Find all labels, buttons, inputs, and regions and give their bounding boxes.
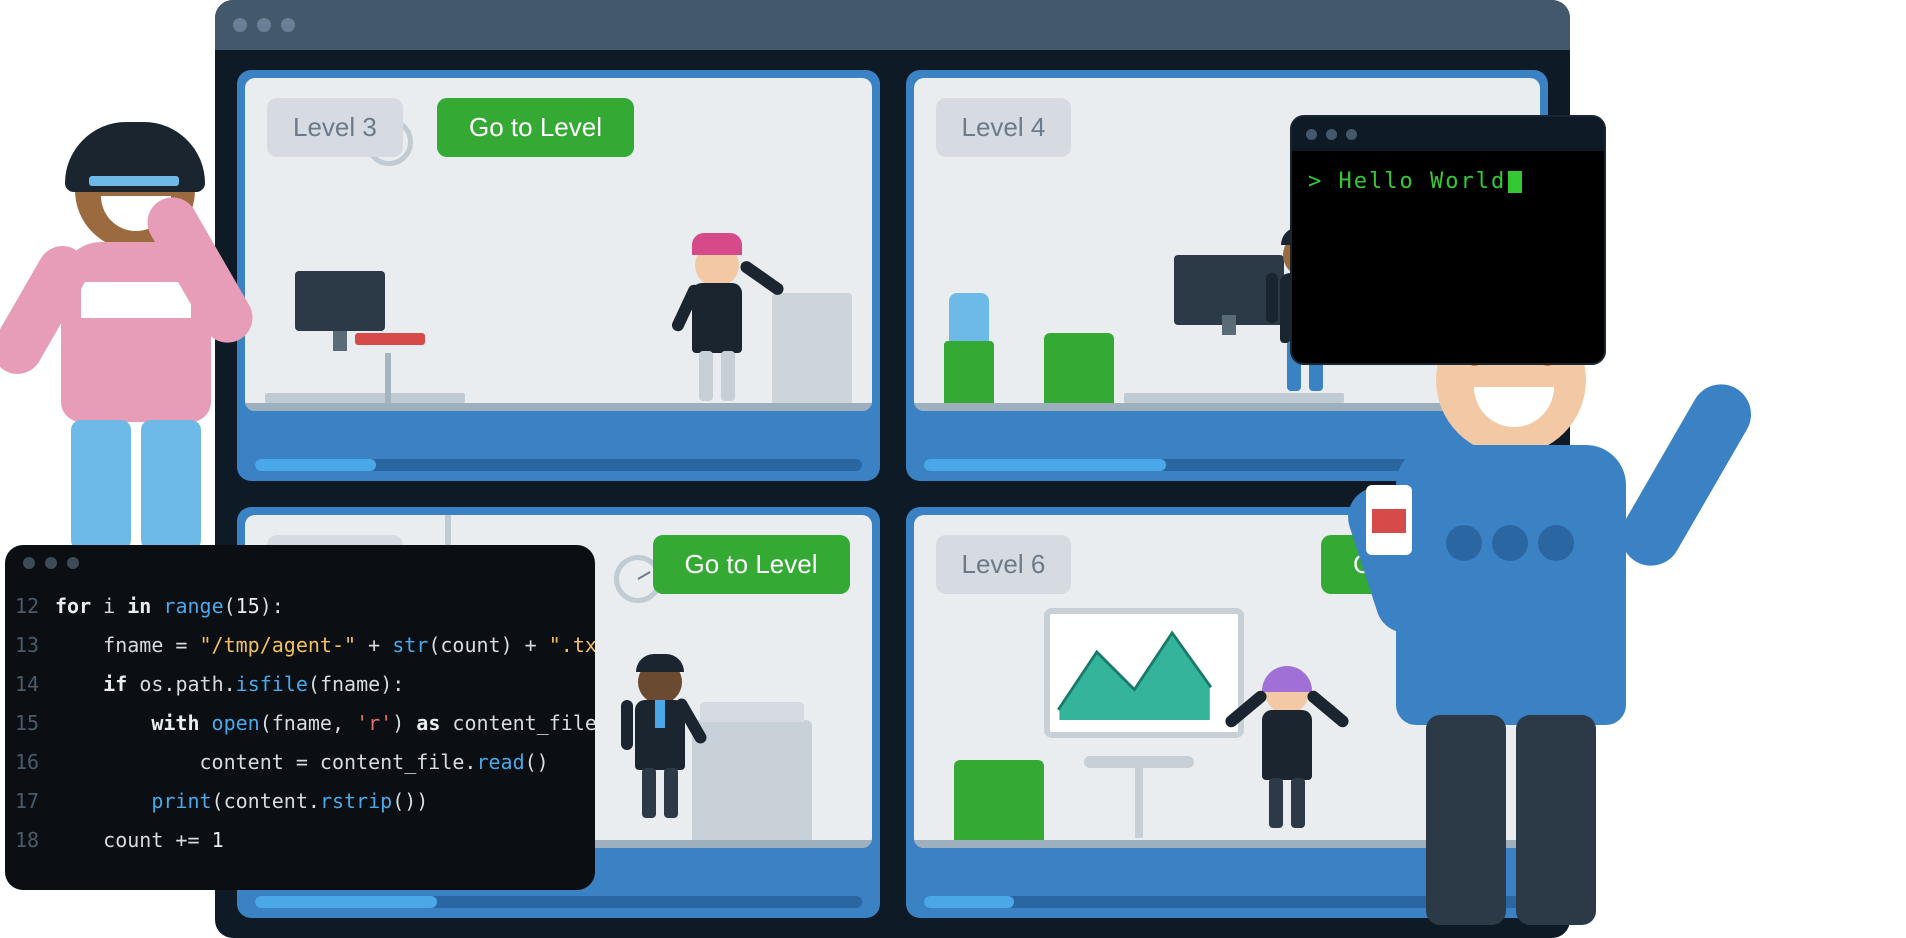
level-progress bbox=[255, 459, 862, 471]
traffic-light-dot bbox=[1346, 129, 1357, 140]
editor-body: 12 13 14 15 16 17 18 for i in range(15):… bbox=[5, 581, 595, 860]
water-cooler-icon bbox=[944, 293, 994, 403]
go-to-level-button[interactable]: Go to Level bbox=[653, 535, 850, 594]
chair-icon bbox=[355, 333, 425, 345]
person-icon bbox=[1254, 670, 1320, 840]
cursor-icon bbox=[1508, 171, 1522, 193]
green-chair-icon bbox=[954, 760, 1044, 840]
code-content: for i in range(15): fname = "/tmp/agent-… bbox=[55, 587, 595, 860]
line-gutter: 12 13 14 15 16 17 18 bbox=[15, 587, 55, 860]
level-progress bbox=[255, 896, 862, 908]
traffic-light-dot bbox=[1306, 129, 1317, 140]
chart-screen-icon bbox=[1044, 608, 1244, 738]
traffic-light-dot bbox=[23, 557, 35, 569]
table-icon bbox=[1084, 756, 1194, 768]
go-to-level-button[interactable]: Go to Level bbox=[437, 98, 634, 157]
terminal-body: > Hello World bbox=[1292, 151, 1604, 212]
level-label: Level 3 bbox=[267, 98, 403, 157]
terminal-window: > Hello World bbox=[1290, 115, 1606, 365]
terminal-titlebar bbox=[1292, 117, 1604, 151]
person-icon bbox=[625, 660, 695, 840]
monitor-icon bbox=[295, 271, 385, 331]
level-label: Level 6 bbox=[936, 535, 1072, 594]
level-label: Level 4 bbox=[936, 98, 1072, 157]
green-chair-icon bbox=[1044, 333, 1114, 403]
character-illustration-right bbox=[1356, 295, 1676, 925]
floor-icon bbox=[245, 403, 872, 411]
level-card-3[interactable]: Level 3 Go to Level bbox=[237, 70, 880, 481]
traffic-light-dot bbox=[233, 18, 247, 32]
traffic-light-dot bbox=[1326, 129, 1337, 140]
terminal-line: > Hello World bbox=[1308, 169, 1506, 194]
coffee-cup-icon bbox=[1366, 485, 1412, 555]
app-titlebar bbox=[215, 0, 1570, 50]
traffic-light-dot bbox=[45, 557, 57, 569]
traffic-light-dot bbox=[281, 18, 295, 32]
character-illustration-left bbox=[5, 130, 255, 570]
traffic-light-dot bbox=[257, 18, 271, 32]
editor-titlebar bbox=[5, 545, 595, 581]
chair-pole-icon bbox=[385, 353, 391, 403]
code-editor-window: 12 13 14 15 16 17 18 for i in range(15):… bbox=[5, 545, 595, 890]
desk-icon bbox=[265, 393, 465, 403]
traffic-light-dot bbox=[67, 557, 79, 569]
copier-icon bbox=[692, 720, 812, 840]
cabinet-icon bbox=[772, 293, 852, 403]
person-icon bbox=[682, 243, 752, 403]
